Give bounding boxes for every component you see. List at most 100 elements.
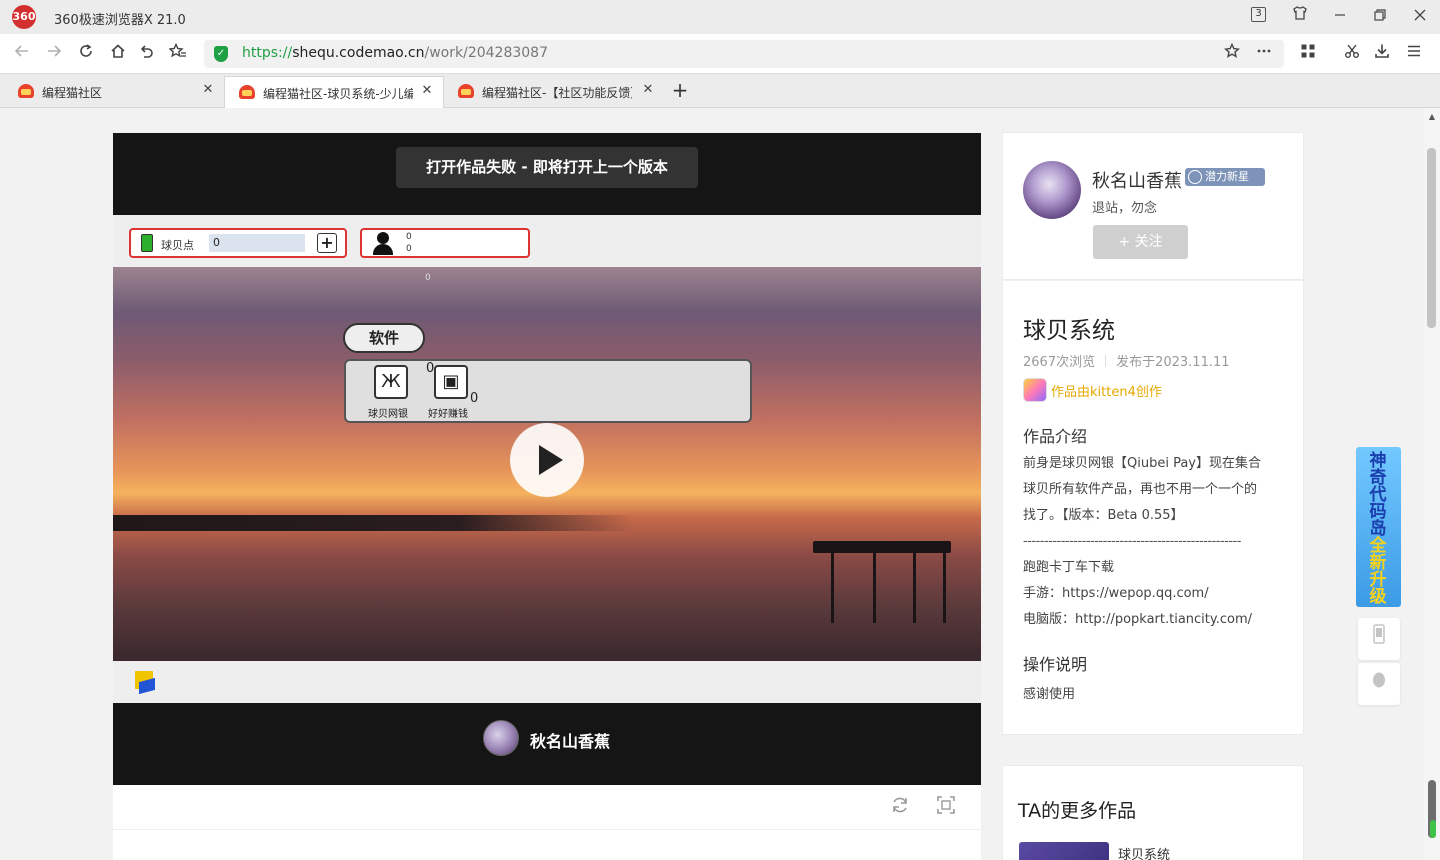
title-bar: 360 360极速浏览器X 21.0 3 — [0, 0, 1440, 34]
mobile-phone-icon[interactable] — [1358, 618, 1400, 660]
address-bar[interactable]: ✓ https://shequ.codemao.cn/work/20428308… — [204, 40, 1284, 68]
intro-line: 找了。【版本：Beta 0.55】 — [1023, 508, 1184, 523]
user-value: 0 — [406, 232, 412, 242]
apps-panel: Ж 球贝网银 0 ▣ 好好赚钱 0 — [344, 359, 752, 423]
earn-money-app-icon[interactable]: ▣ — [434, 365, 468, 399]
restart-icon[interactable] — [888, 795, 912, 819]
work-title: 球贝系统 — [1023, 318, 1115, 344]
url-text[interactable]: https://shequ.codemao.cn/work/204283087 — [242, 45, 548, 61]
close-window-icon[interactable] — [1408, 5, 1432, 29]
flag-icon — [135, 671, 153, 689]
qq-penguin-icon[interactable] — [1358, 663, 1400, 705]
stage-bottom-bar — [113, 661, 981, 703]
promo-text-a: 神奇代码岛 — [1369, 451, 1387, 539]
reload-icon[interactable] — [74, 42, 98, 66]
tab-codemao-home[interactable]: 编程猫社区 ✕ — [4, 76, 224, 108]
pier-leg — [831, 553, 834, 623]
url-scheme: https:// — [242, 45, 293, 61]
add-points-button[interactable]: + — [317, 233, 337, 253]
menu-hamburger-icon[interactable] — [1402, 42, 1426, 66]
pier-leg — [913, 553, 916, 623]
tab-close-icon[interactable]: ✕ — [640, 82, 656, 98]
floating-value: 0 — [425, 273, 431, 283]
apps-label-pill: 软件 — [343, 323, 425, 353]
scrollbar-thumb[interactable] — [1427, 148, 1436, 328]
new-tab-plus-icon[interactable]: + — [668, 78, 692, 102]
work-meta: 2667次浏览 发布于2023.11.11 — [1023, 351, 1230, 370]
codemao-favicon-icon — [18, 84, 34, 98]
scroll-up-arrow-icon[interactable]: ▲ — [1424, 110, 1440, 124]
bookmark-star-icon[interactable] — [1220, 42, 1244, 66]
work-thumbnail[interactable] — [1019, 842, 1109, 860]
download-icon[interactable] — [1370, 42, 1394, 66]
user-hud: 0 0 — [360, 228, 530, 258]
intro-line: 球贝所有软件产品，再也不用一个一个的 — [1023, 482, 1258, 497]
kitten-label[interactable]: 作品由kitten4创作 — [1051, 381, 1162, 400]
intro-divider: ----------------------------------------… — [1023, 534, 1241, 549]
author-card: 秋名山香蕉 潜力新星 退站，勿念 + 关注 — [1002, 132, 1304, 280]
battery-icon — [141, 234, 153, 252]
favorites-star-list-icon[interactable] — [166, 42, 190, 66]
tab-work-page[interactable]: 编程猫社区-球贝系统-少儿编程 ✕ — [224, 76, 444, 108]
back-arrow-icon[interactable] — [10, 42, 34, 66]
codemao-favicon-icon — [458, 84, 474, 98]
scroll-indicator-green — [1430, 820, 1436, 838]
points-label: 球贝点 — [161, 239, 194, 252]
pier-leg — [873, 553, 876, 623]
url-path: /work/204283087 — [424, 45, 548, 61]
promo-banner[interactable]: 神奇代码岛全新升级 — [1356, 447, 1401, 607]
pier-silhouette — [813, 541, 951, 553]
intro-line: 前身是球贝网银【Qiubei Pay】现在集合 — [1023, 456, 1261, 471]
ops-text: 感谢使用 — [1023, 687, 1076, 702]
browser-logo-icon: 360 — [12, 5, 36, 29]
publish-date: 发布于2023.11.11 — [1116, 355, 1230, 370]
play-button[interactable] — [510, 423, 584, 497]
work-actions-bar — [113, 830, 981, 860]
skin-shirt-icon[interactable] — [1288, 5, 1312, 29]
author-name[interactable]: 秋名山香蕉 — [530, 728, 610, 752]
secure-shield-icon[interactable]: ✓ — [214, 46, 228, 62]
tab-count-icon[interactable]: 3 — [1251, 7, 1266, 22]
page-content: 打开作品失败 - 即将打开上一个版本 球贝点 0 + 0 0 0 软件 Ж 球贝… — [0, 108, 1440, 860]
undo-close-tab-icon[interactable] — [134, 42, 158, 66]
promo-text-b: 全新升级 — [1369, 536, 1387, 607]
qiubei-bank-app-icon[interactable]: Ж — [374, 365, 408, 399]
points-hud: 球贝点 0 + — [129, 228, 347, 258]
tab-close-icon[interactable]: ✕ — [200, 82, 216, 98]
window-title: 360极速浏览器X 21.0 — [54, 13, 186, 28]
tab-close-icon[interactable]: ✕ — [419, 83, 435, 99]
user-silhouette-icon — [372, 232, 394, 255]
ops-heading: 操作说明 — [1023, 655, 1088, 674]
tab-strip: 编程猫社区 ✕ 编程猫社区-球贝系统-少儿编程 ✕ 编程猫社区-【社区功能反馈】… — [0, 74, 1440, 108]
app-name: 好好赚钱 — [428, 409, 468, 420]
intro-line: 跑跑卡丁车下载 — [1023, 560, 1115, 575]
intro-text: 前身是球贝网银【Qiubei Pay】现在集合 球贝所有软件产品，再也不用一个一… — [1023, 451, 1285, 633]
more-works-title: TA的更多作品 — [1018, 800, 1137, 822]
minimize-icon[interactable] — [1328, 5, 1352, 29]
author-name[interactable]: 秋名山香蕉 — [1092, 167, 1182, 193]
tab-feedback[interactable]: 编程猫社区-【社区功能反馈】 ✕ — [444, 76, 664, 108]
more-dots-icon[interactable] — [1252, 42, 1276, 66]
stage-shoreline — [113, 515, 981, 531]
points-value: 0 — [209, 234, 305, 252]
codemao-favicon-icon — [239, 85, 255, 99]
intro-line: 手游：https://wepop.qq.com/ — [1023, 586, 1209, 601]
home-icon[interactable] — [106, 42, 130, 66]
more-work-item[interactable]: 球贝系统 — [1118, 844, 1170, 860]
divider — [1105, 355, 1107, 367]
avatar[interactable] — [483, 720, 519, 756]
scissors-icon[interactable] — [1340, 42, 1364, 66]
app-name: 球贝网银 — [368, 409, 408, 420]
follow-button[interactable]: + 关注 — [1093, 225, 1188, 259]
player-controls — [113, 785, 981, 830]
error-toast: 打开作品失败 - 即将打开上一个版本 — [396, 147, 698, 188]
restore-icon[interactable] — [1368, 5, 1392, 29]
apps-grid-icon[interactable] — [1296, 42, 1320, 66]
fullscreen-icon[interactable] — [934, 795, 958, 819]
tab-label: 编程猫社区-【社区功能反馈】 — [482, 86, 632, 100]
tab-label: 编程猫社区-球贝系统-少儿编程 — [263, 87, 413, 101]
avatar[interactable] — [1023, 161, 1081, 219]
work-player: 打开作品失败 - 即将打开上一个版本 球贝点 0 + 0 0 0 软件 Ж 球贝… — [113, 133, 981, 785]
forward-arrow-icon[interactable] — [42, 42, 66, 66]
game-stage[interactable]: 球贝点 0 + 0 0 0 软件 Ж 球贝网银 0 ▣ 好好赚钱 0 — [113, 215, 981, 703]
